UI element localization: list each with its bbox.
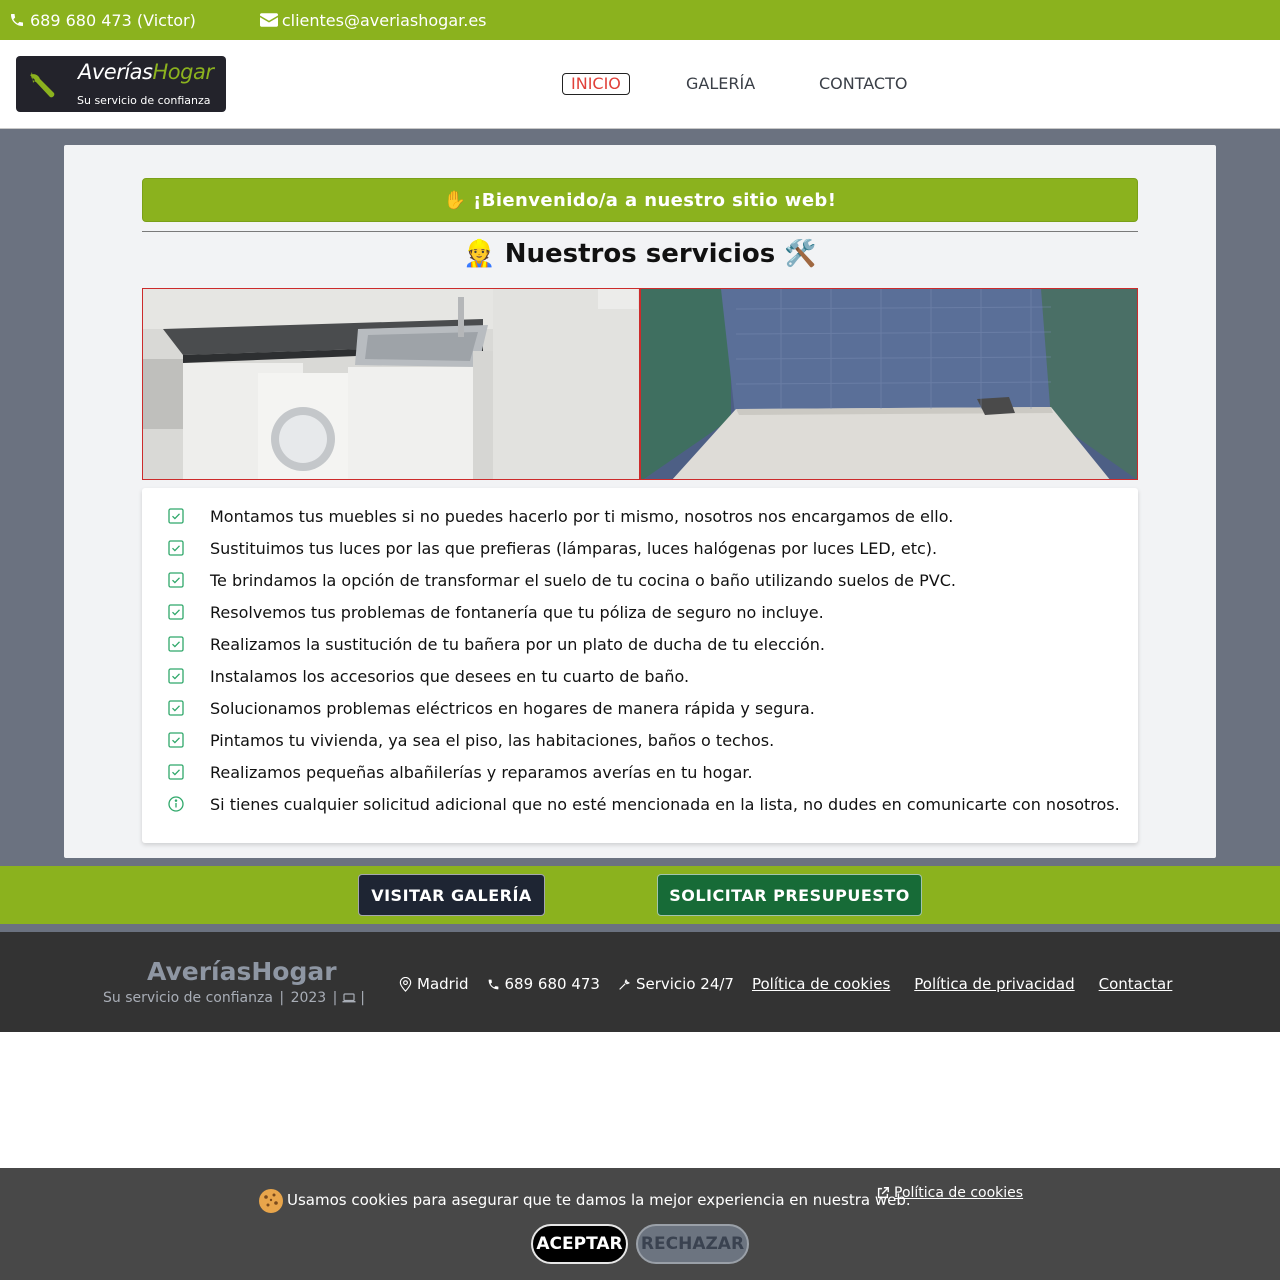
cookie-message: Usamos cookies para asegurar que te damo…: [257, 1186, 911, 1214]
list-item: Si tienes cualquier solicitud adicional …: [168, 788, 1120, 820]
footer-links: Madrid 689 680 473 Servicio 24/7 Polític…: [399, 975, 1196, 993]
shower-photo[interactable]: [640, 288, 1138, 480]
check-square-icon: [168, 732, 184, 748]
services-title: 👷 Nuestros servicios 🛠️: [463, 239, 817, 269]
top-email-text: clientes@averiashogar.es: [281, 10, 487, 30]
reject-cookies-button[interactable]: RECHAZAR: [636, 1224, 749, 1264]
nav-item-galeria[interactable]: GALERÍA: [686, 74, 755, 94]
footer-brand: AveríasHogar: [147, 957, 337, 986]
content-card: ✋ ¡Bienvenido/a a nuestro sitio web! 👷 N…: [64, 145, 1216, 858]
accept-cookies-button[interactable]: ACEPTAR: [531, 1224, 628, 1264]
check-square-icon: [168, 636, 184, 652]
cookie-policy-link[interactable]: Política de cookies: [894, 1185, 1023, 1201]
phone-icon: [11, 14, 23, 26]
list-item: Realizamos la sustitución de tu bañera p…: [168, 628, 825, 660]
laptop-icon: [342, 993, 356, 1003]
list-item: Sustituimos tus luces por las que prefie…: [168, 532, 937, 564]
services-list: Montamos tus muebles si no puedes hacerl…: [142, 488, 1138, 843]
list-item: Te brindamos la opción de transformar el…: [168, 564, 956, 596]
list-item: Solucionamos problemas eléctricos en hog…: [168, 692, 815, 724]
tools-icon: [619, 978, 630, 990]
welcome-banner: ✋ ¡Bienvenido/a a nuestro sitio web!: [142, 178, 1138, 222]
footer-location: Madrid: [399, 975, 469, 993]
footer-tagline: Su servicio de confianza | 2023 | |: [103, 990, 365, 1006]
site-header: AveríasHogar Su servicio de confianza IN…: [0, 40, 1280, 129]
external-link-icon: [877, 1187, 889, 1199]
check-square-icon: [168, 508, 184, 524]
main-section: ✋ ¡Bienvenido/a a nuestro sitio web! 👷 N…: [0, 129, 1280, 866]
footer-phone[interactable]: 689 680 473: [487, 975, 600, 993]
envelope-icon: [259, 13, 278, 27]
kitchen-photo[interactable]: [142, 288, 640, 480]
footer-contact-link[interactable]: Contactar: [1099, 975, 1173, 993]
phone-icon: [488, 979, 498, 989]
divider: [142, 231, 1138, 232]
footer-cookies-link[interactable]: Política de cookies: [752, 975, 890, 993]
list-item: Realizamos pequeñas albañilerías y repar…: [168, 756, 753, 788]
nav-item-inicio[interactable]: INICIO: [562, 73, 630, 95]
top-phone[interactable]: 689 680 473 (Victor): [8, 11, 196, 30]
cta-band: VISITAR GALERÍA SOLICITAR PRESUPUESTO: [0, 866, 1280, 924]
logo-tagline: Su servicio de confianza: [77, 94, 211, 107]
top-contact-bar: 689 680 473 (Victor) clientes@averiashog…: [0, 0, 1280, 40]
check-square-icon: [168, 572, 184, 588]
footer-privacy-link[interactable]: Política de privacidad: [914, 975, 1074, 993]
check-square-icon: [168, 700, 184, 716]
request-quote-button[interactable]: SOLICITAR PRESUPUESTO: [657, 874, 922, 916]
cookie-icon: [259, 1189, 283, 1213]
list-item: Resolvemos tus problemas de fontanería q…: [168, 596, 824, 628]
top-phone-text: 689 680 473 (Victor): [30, 10, 196, 30]
nav-item-contacto[interactable]: CONTACTO: [819, 74, 907, 94]
main-nav: INICIO GALERÍA CONTACTO: [0, 73, 1280, 95]
check-square-icon: [168, 668, 184, 684]
map-pin-icon: [399, 976, 412, 992]
info-circle-icon: [168, 796, 184, 812]
visit-gallery-button[interactable]: VISITAR GALERÍA: [358, 874, 545, 916]
top-email[interactable]: clientes@averiashogar.es: [259, 10, 487, 30]
services-photos: [142, 288, 1138, 480]
list-item: Montamos tus muebles si no puedes hacerl…: [168, 500, 953, 532]
separator-strip: [0, 924, 1280, 932]
footer-service: Servicio 24/7: [618, 975, 734, 993]
list-item: Instalamos los accesorios que desees en …: [168, 660, 689, 692]
cookie-banner: Usamos cookies para asegurar que te damo…: [0, 1168, 1280, 1280]
check-square-icon: [168, 764, 184, 780]
site-footer: AveríasHogar Su servicio de confianza | …: [0, 932, 1280, 1032]
check-square-icon: [168, 604, 184, 620]
list-item: Pintamos tu vivienda, ya sea el piso, la…: [168, 724, 774, 756]
cookie-policy[interactable]: Política de cookies: [876, 1185, 1023, 1201]
check-square-icon: [168, 540, 184, 556]
